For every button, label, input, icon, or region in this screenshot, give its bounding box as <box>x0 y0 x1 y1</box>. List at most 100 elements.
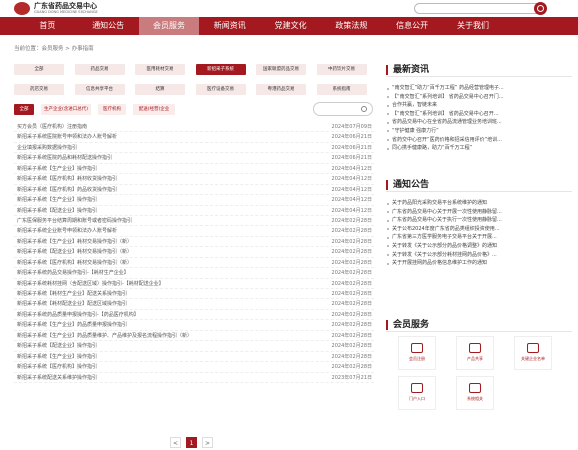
notice-item[interactable]: 广东省药品交易中心关于执行一次性使用静脉留... <box>386 216 572 225</box>
list-item[interactable]: 新招采子系统药品交易操作指引-【耗材生产企业】 2024年02月28日 <box>14 268 374 279</box>
list-item[interactable]: 新招采子系统【耗材生产企业】配送关系操作指引 2024年02月28日 <box>14 289 374 300</box>
search-icon[interactable] <box>361 106 367 112</box>
search-icon[interactable] <box>534 2 547 15</box>
filter-chip[interactable]: 全部 <box>14 104 34 115</box>
header-search-input[interactable] <box>414 3 544 14</box>
service-button[interactable]: 产品共享 <box>456 336 494 370</box>
list-item-title[interactable]: 新招采子系统药品交易操作指引-【耗材生产企业】 <box>17 268 129 278</box>
list-item-title[interactable]: 新招采子系统【生产企业】操作指引 <box>17 352 97 362</box>
nav-item[interactable]: 会员服务 <box>138 17 200 35</box>
nav-item[interactable]: 党建文化 <box>260 17 321 35</box>
list-item[interactable]: 广东医保服务平台结算周期和账号或者密码操作指引 2024年02月28日 <box>14 216 374 227</box>
list-item-title[interactable]: 新招采子系统【配送企业】耗材交易操作指引（新） <box>17 247 132 257</box>
service-button[interactable]: 系统相关 <box>456 376 494 410</box>
list-item-title[interactable]: 新招采子系统【生产企业】耗材交易操作指引（新） <box>17 237 132 247</box>
list-item-title[interactable]: 新招采子系统【生产企业】药品质量维护、产品维护及报名流程操作指引（新） <box>17 331 192 341</box>
service-button[interactable]: 门户入口 <box>398 376 436 410</box>
category-tab[interactable]: 医疗设备交易 <box>195 84 246 95</box>
notice-item[interactable]: 关于转发《关于公示部分药品价格调整》的通知 <box>386 242 572 251</box>
prev-page-button[interactable]: < <box>170 437 181 448</box>
notice-item[interactable]: 广东省第三方医学服务电子交易平台关于开展... <box>386 233 572 242</box>
service-button[interactable]: 关键企业名单 <box>514 336 552 370</box>
list-item-title[interactable]: 广东医保服务平台结算周期和账号或者密码操作指引 <box>17 216 132 226</box>
news-item[interactable]: 【“南交智汇”系列培训】 省药品交易中心召开... <box>386 110 572 119</box>
nav-item[interactable]: 关于我们 <box>443 17 504 35</box>
filter-chip[interactable]: 医疗机构 <box>98 104 126 115</box>
news-item[interactable]: “守护健康 强康力行” <box>386 127 572 136</box>
list-item[interactable]: 新招采子系统【生产企业】操作指引 2024年02月28日 <box>14 352 374 363</box>
category-tab[interactable]: 信息共享平台 <box>74 84 125 95</box>
list-item-title[interactable]: 新招采子系统【配送企业】操作指引 <box>17 341 97 351</box>
category-tab[interactable]: 药品交易 <box>74 64 125 75</box>
list-item[interactable]: 买方会员（医疗机构）注册指南 2024年07月09日 <box>14 122 374 133</box>
list-item[interactable]: 新招采子系统医院账号申领和法办人账号解析 2024年06月21日 <box>14 132 374 143</box>
list-item-title[interactable]: 企业填报采购数据操作指引 <box>17 143 77 153</box>
notice-item[interactable]: 关于转发《关于公示部分耗材挂网药品价格》... <box>386 251 572 260</box>
category-tab[interactable]: 中药饮片交易 <box>316 64 367 75</box>
category-tab[interactable]: 国家联盟药品交易 <box>256 64 306 75</box>
news-item[interactable]: “南交智汇”助力“百千万工程” 药品经营管理电子... <box>386 84 572 93</box>
filter-chip[interactable]: 配送(经营)企业 <box>133 104 175 115</box>
notice-item[interactable]: 关于药品阳光采购交易平台系统维护的通知 <box>386 199 572 208</box>
service-button[interactable]: 会员注册 <box>398 336 436 370</box>
category-tab[interactable]: 系统指南 <box>316 84 367 95</box>
list-item[interactable]: 新招采子系统【医疗机构】耗材收货操作指引 2024年04月12日 <box>14 174 374 185</box>
next-page-button[interactable]: > <box>202 437 213 448</box>
filter-chip[interactable]: 生产企业(含进口总代) <box>41 104 91 115</box>
list-item-title[interactable]: 新招采子系统【医疗机构】操作指引 <box>17 362 97 372</box>
news-item[interactable]: 合作共赢，智链未来 <box>386 101 572 110</box>
news-item[interactable]: 【“南交智汇”系列培训】 省药品交易中心召开门... <box>386 93 572 102</box>
news-item[interactable]: 省药品交易中心在全省药品流通管理业务培训班... <box>386 118 572 127</box>
list-item[interactable]: 新招采子系统【医疗机构】耗材交易操作指引（新） 2024年02月28日 <box>14 258 374 269</box>
nav-item[interactable]: 通知公告 <box>78 17 139 35</box>
list-item-title[interactable]: 买方会员（医疗机构）注册指南 <box>17 122 87 132</box>
category-tab[interactable]: 医用耗材交易 <box>135 64 185 75</box>
category-tab[interactable]: 药店交易 <box>14 84 64 95</box>
category-tab[interactable]: 全部 <box>14 64 64 75</box>
list-item-title[interactable]: 新招采子系统耗材挂网（含配送区域）操作指引-【耗材配送企业】 <box>17 279 164 289</box>
list-item[interactable]: 新招采子系统【医疗机构】药品收货操作指引 2024年04月12日 <box>14 185 374 196</box>
list-item-title[interactable]: 新招采子系统【配送企业】操作指引 <box>17 206 97 216</box>
list-item[interactable]: 新招采子系统【生产企业】药品质量申报操作指引 2024年02月28日 <box>14 320 374 331</box>
list-item[interactable]: 新招采子系统【生产企业】药品质量维护、产品维护及报名流程操作指引（新） 2024年… <box>14 331 374 342</box>
list-item[interactable]: 新招采子系统配送关系维护操作指引 2023年07月21日 <box>14 373 374 383</box>
list-item[interactable]: 企业填报采购数据操作指引 2024年06月21日 <box>14 143 374 154</box>
list-item[interactable]: 新招采子系统【配送企业】耗材交易操作指引（新） 2024年02月28日 <box>14 247 374 258</box>
list-item[interactable]: 新招采子系统【医疗机构】操作指引 2024年02月28日 <box>14 362 374 373</box>
notice-item[interactable]: 关于开展挂网药品价格信息维护工作的通知 <box>386 259 572 268</box>
list-item-title[interactable]: 新招采子系统医院药品和耗材配送操作指引 <box>17 153 112 163</box>
list-item-title[interactable]: 新招采子系统【生产企业】操作指引 <box>17 164 97 174</box>
list-item-title[interactable]: 新招采子系统医院账号申领和法办人账号解析 <box>17 132 117 142</box>
nav-item[interactable]: 政策法规 <box>321 17 382 35</box>
list-search-input[interactable] <box>313 102 373 116</box>
list-item-title[interactable]: 新招采子系统企业账号申领和法办人账号解析 <box>17 226 117 236</box>
list-item[interactable]: 新招采子系统企业账号申领和法办人账号解析 2024年02月28日 <box>14 226 374 237</box>
category-tab[interactable]: 结算 <box>135 84 185 95</box>
list-item-title[interactable]: 新招采子系统【生产企业】药品质量申报操作指引 <box>17 320 127 330</box>
list-item-title[interactable]: 新招采子系统【医疗机构】药品收货操作指引 <box>17 185 117 195</box>
list-item-title[interactable]: 新招采子系统【耗材生产企业】配送关系操作指引 <box>17 289 127 299</box>
notice-item[interactable]: 广东省药品交易中心关于开展一次性使用静脉留... <box>386 208 572 217</box>
list-item-title[interactable]: 新招采子系统【耗材配送企业】配送区域操作指引 <box>17 299 127 309</box>
site-logo-icon[interactable] <box>14 2 30 15</box>
list-item[interactable]: 新招采子系统【生产企业】耗材交易操作指引（新） 2024年02月28日 <box>14 237 374 248</box>
list-item[interactable]: 新招采子系统【生产企业】操作指引 2024年04月12日 <box>14 195 374 206</box>
nav-item[interactable]: 信息公开 <box>382 17 443 35</box>
list-item-title[interactable]: 新招采子系统【生产企业】操作指引 <box>17 195 97 205</box>
notice-item[interactable]: 关于公布2024年度广东省药品类组织投资使用... <box>386 225 572 234</box>
news-item[interactable]: 同心携手健康路，助力“百千万工程” <box>386 144 572 153</box>
list-item[interactable]: 新招采子系统【耗材配送企业】配送区域操作指引 2024年02月28日 <box>14 299 374 310</box>
nav-item[interactable]: 新闻资讯 <box>199 17 260 35</box>
list-item[interactable]: 新招采子系统耗材挂网（含配送区域）操作指引-【耗材配送企业】 2024年02月28… <box>14 279 374 289</box>
category-tab[interactable]: 粤港药品交易 <box>256 84 306 95</box>
list-item[interactable]: 新招采子系统医院药品和耗材配送操作指引 2024年06月21日 <box>14 153 374 164</box>
list-item[interactable]: 新招采子系统药品质量申报操作指引-【药品医疗机构】 2024年02月28日 <box>14 310 374 321</box>
list-item-title[interactable]: 新招采子系统药品质量申报操作指引-【药品医疗机构】 <box>17 310 139 320</box>
page-button-current[interactable]: 1 <box>186 437 197 448</box>
list-item[interactable]: 新招采子系统【配送企业】操作指引 2024年02月28日 <box>14 341 374 352</box>
list-item[interactable]: 新招采子系统【生产企业】操作指引 2024年04月12日 <box>14 164 374 175</box>
nav-item[interactable]: 首页 <box>17 17 78 35</box>
category-tab[interactable]: 新招采子系统 <box>195 64 246 75</box>
list-item[interactable]: 新招采子系统【配送企业】操作指引 2024年04月12日 <box>14 206 374 216</box>
list-item-title[interactable]: 新招采子系统【医疗机构】耗材交易操作指引（新） <box>17 258 132 268</box>
